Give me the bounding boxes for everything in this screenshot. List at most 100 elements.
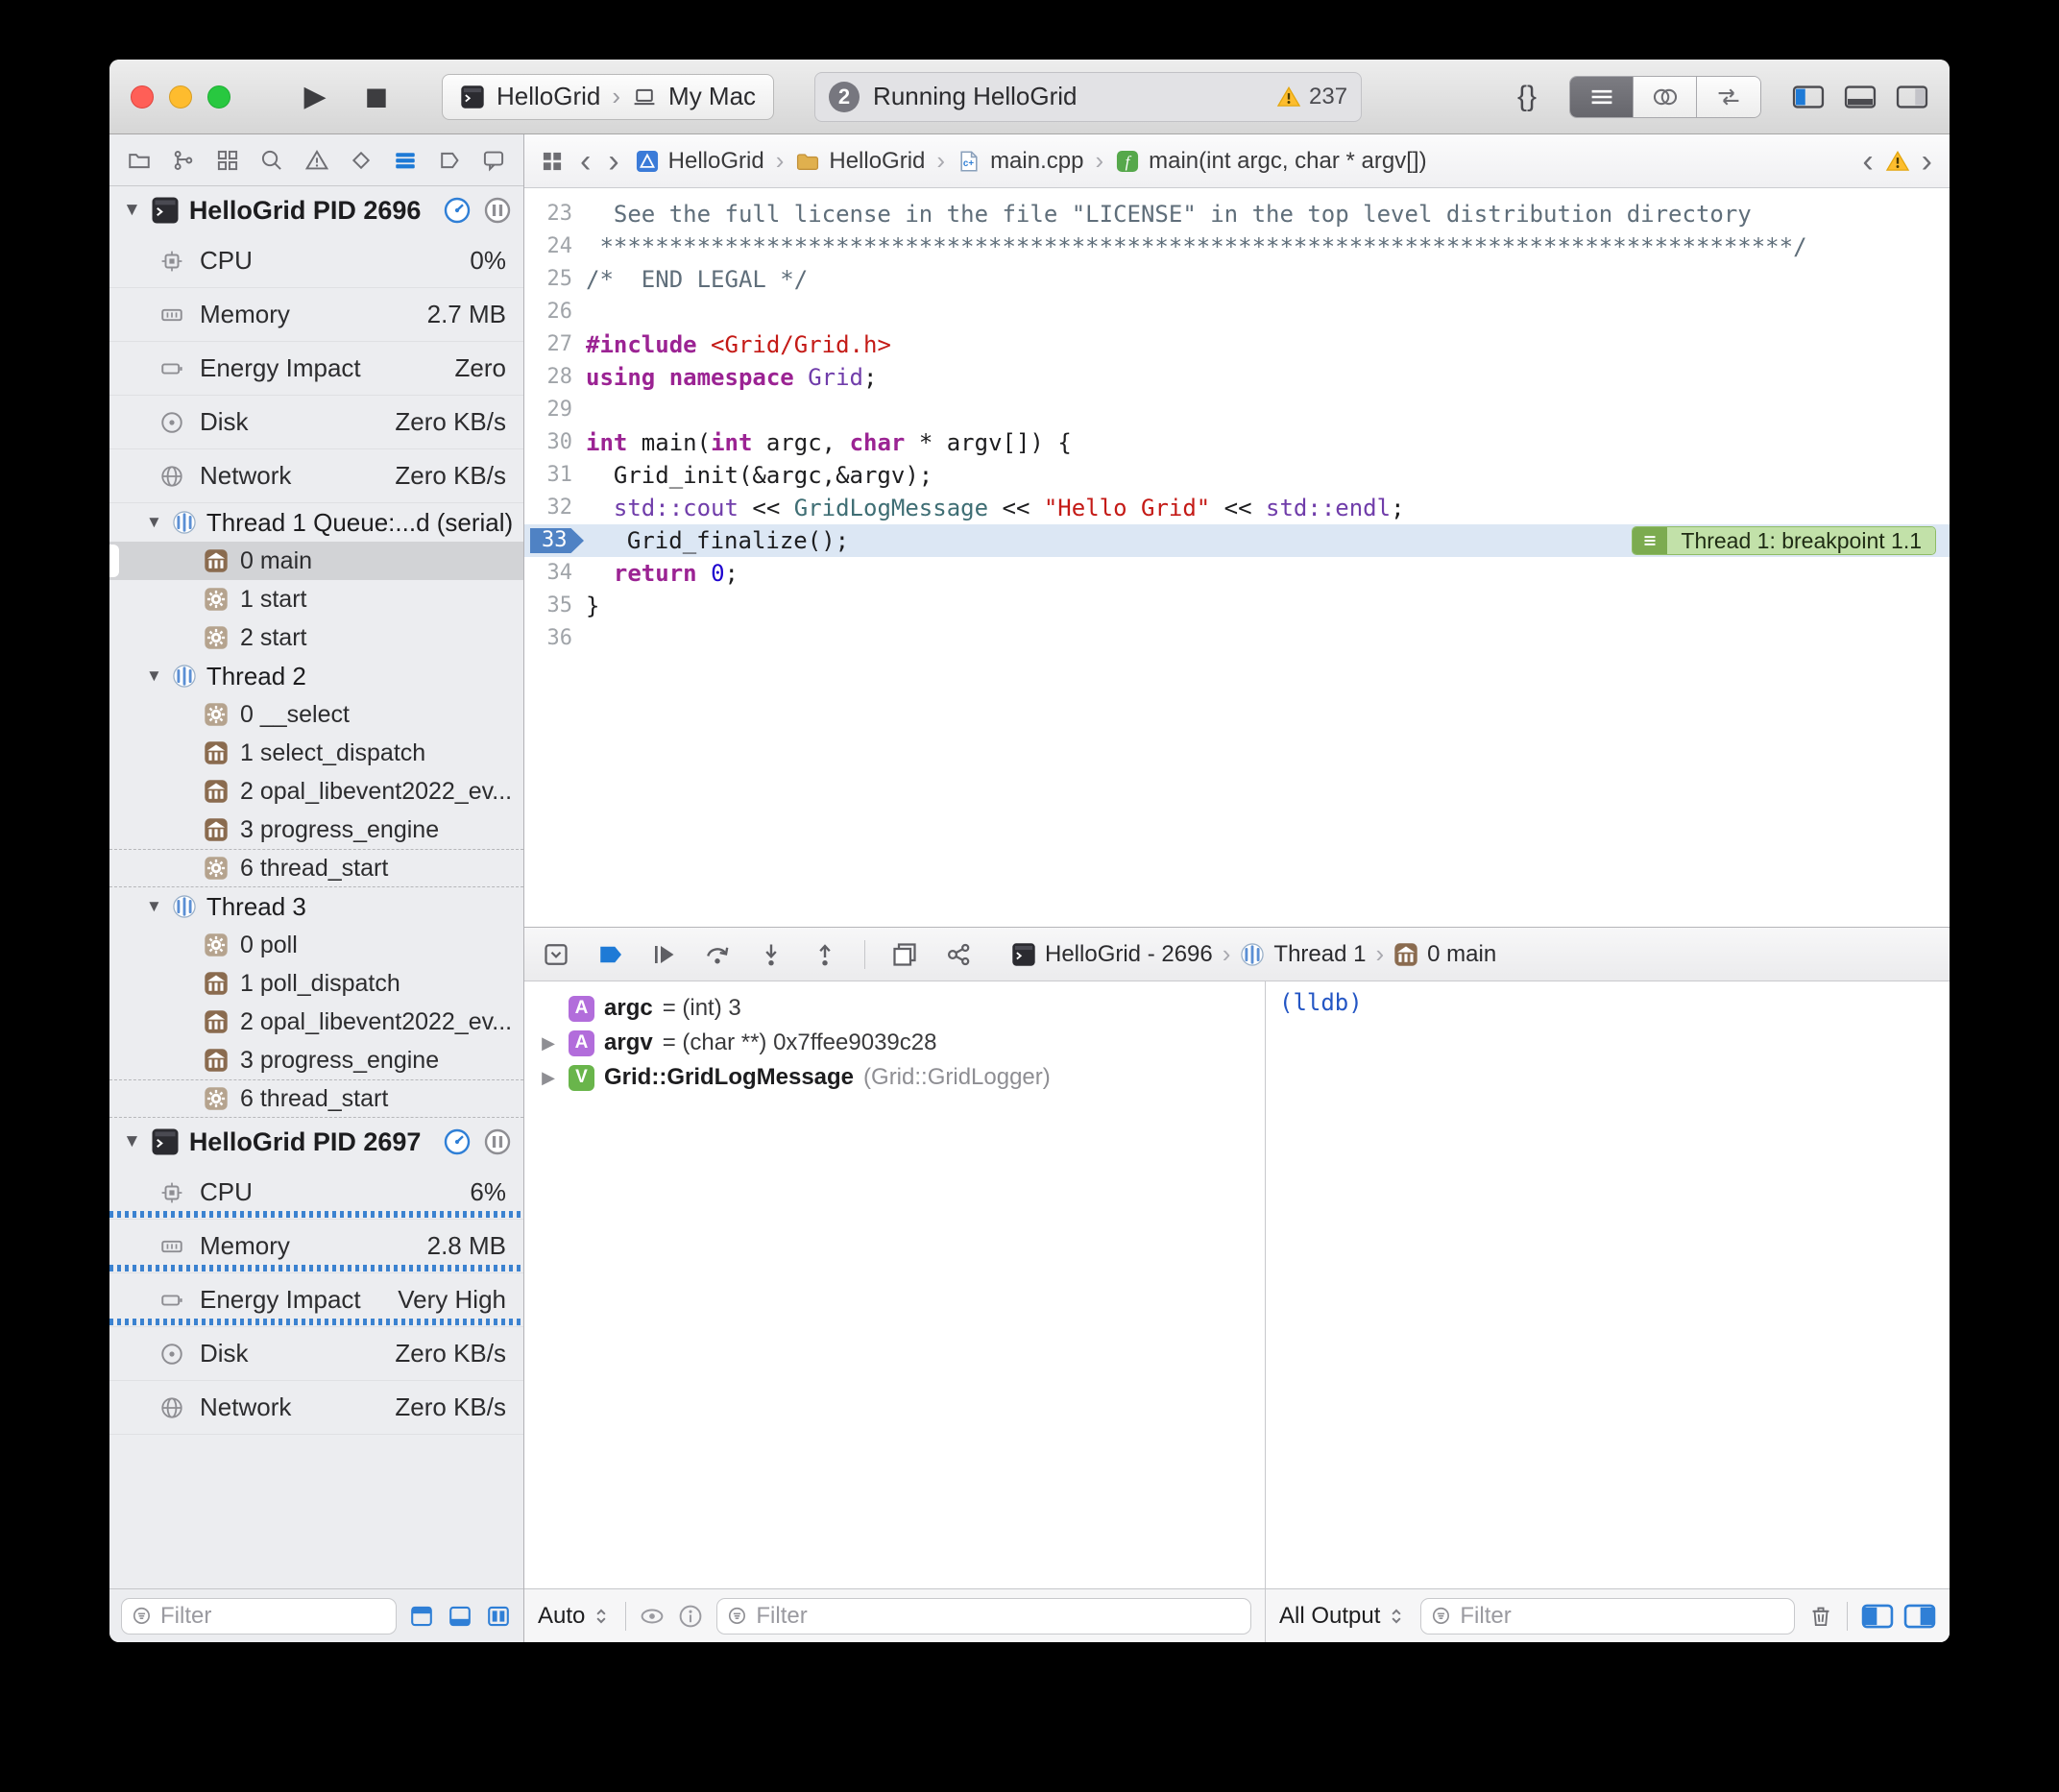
console-output-popup[interactable]: All Output <box>1279 1603 1407 1630</box>
jumpbar-item-0[interactable]: HelloGrid <box>635 148 764 175</box>
disclosure-triangle[interactable]: ▼ <box>123 200 141 221</box>
process-row[interactable]: ▼HelloGrid PID 2696 <box>109 186 523 234</box>
line-number[interactable]: 28 <box>524 361 586 394</box>
debug-breadcrumb-item-1[interactable]: Thread 1 <box>1240 941 1366 968</box>
thread-row[interactable]: ▼Thread 3 <box>109 887 523 926</box>
variables-scope-popup[interactable]: Auto <box>538 1603 612 1630</box>
profile-gauge-button[interactable] <box>443 196 472 225</box>
code-text[interactable]: return 0; <box>586 557 1950 590</box>
console-view[interactable]: (lldb) <box>1266 981 1950 1588</box>
code-snippets-button[interactable]: {} <box>1508 81 1546 113</box>
code-line[interactable]: 30int main(int argc, char * argv[]) { <box>524 426 1950 459</box>
breakpoint-annotation[interactable]: Thread 1: breakpoint 1.1 <box>1632 526 1936 555</box>
view-mode-option-3-icon[interactable] <box>485 1603 512 1630</box>
warning-count-badge[interactable]: 237 <box>1276 84 1347 110</box>
debug-view-hierarchy-button[interactable] <box>890 940 919 969</box>
line-number[interactable]: 34 <box>524 557 586 590</box>
code-text[interactable] <box>586 622 1950 655</box>
thread-row[interactable]: ▼Thread 2 <box>109 657 523 695</box>
stack-frame-row[interactable]: 0 poll <box>109 926 523 964</box>
view-mode-option-1-icon[interactable] <box>408 1603 435 1630</box>
gauge-row[interactable]: Memory2.8 MB <box>109 1220 523 1273</box>
line-number[interactable]: 32 <box>524 492 586 524</box>
stack-frame-row[interactable]: 1 start <box>109 580 523 618</box>
code-line[interactable]: 33 Grid_finalize();Thread 1: breakpoint … <box>524 524 1950 557</box>
stack-frame-row[interactable]: 3 progress_engine <box>109 1041 523 1079</box>
toggle-variables-view-button[interactable] <box>1861 1604 1894 1629</box>
view-mode-option-2-icon[interactable] <box>447 1603 473 1630</box>
tab-reports[interactable] <box>481 148 506 173</box>
console-filter-field[interactable] <box>1420 1598 1795 1635</box>
toggle-console-view-button[interactable] <box>1903 1604 1936 1629</box>
gauge-row[interactable]: NetworkZero KB/s <box>109 449 523 503</box>
code-line[interactable]: 29 <box>524 394 1950 426</box>
code-text[interactable] <box>586 296 1950 328</box>
gauge-row[interactable]: Energy ImpactVery High <box>109 1273 523 1327</box>
jumpbar-item-2[interactable]: c+main.cpp <box>957 148 1083 175</box>
stop-button[interactable]: ◼ <box>346 80 407 113</box>
code-text[interactable]: #include <Grid/Grid.h> <box>586 328 1950 361</box>
jumpbar-item-3[interactable]: fmain(int argc, char * argv[]) <box>1115 148 1426 175</box>
disclosure-triangle[interactable]: ▶ <box>538 1033 559 1053</box>
gauge-row[interactable]: DiskZero KB/s <box>109 396 523 449</box>
code-line[interactable]: 24 *************************************… <box>524 230 1950 263</box>
code-text[interactable]: See the full license in the file "LICENS… <box>586 198 1950 230</box>
code-text[interactable] <box>586 394 1950 426</box>
close-button[interactable] <box>131 85 154 109</box>
code-line[interactable]: 31 Grid_init(&argc,&argv); <box>524 459 1950 492</box>
line-number[interactable]: 30 <box>524 426 586 459</box>
step-out-button[interactable] <box>811 940 839 969</box>
disclosure-triangle[interactable]: ▼ <box>146 666 162 686</box>
stack-frame-row[interactable]: 0 __select <box>109 695 523 734</box>
toggle-navigator-button[interactable] <box>1792 85 1825 109</box>
tab-tests[interactable] <box>349 148 374 173</box>
gauge-row[interactable]: CPU0% <box>109 234 523 288</box>
gauge-row[interactable]: NetworkZero KB/s <box>109 1381 523 1435</box>
stack-frame-row[interactable]: 0 main <box>109 542 523 580</box>
code-line[interactable]: 34 return 0; <box>524 557 1950 590</box>
continue-button[interactable] <box>649 940 678 969</box>
line-number[interactable]: 35 <box>524 590 586 622</box>
debug-breadcrumb-item-2[interactable]: 0 main <box>1393 941 1496 968</box>
stack-frame-row[interactable]: 2 opal_libevent2022_ev... <box>109 772 523 811</box>
tab-debug-navigator-selected[interactable] <box>393 148 418 173</box>
line-number[interactable]: 23 <box>524 198 586 230</box>
line-number[interactable]: 26 <box>524 296 586 328</box>
console-filter-input[interactable] <box>1460 1603 1784 1630</box>
related-items-icon[interactable] <box>540 149 565 174</box>
stack-frame-row[interactable]: 1 poll_dispatch <box>109 964 523 1003</box>
code-line[interactable]: 25/* END LEGAL */ <box>524 263 1950 296</box>
hide-debug-area-button[interactable] <box>542 940 570 969</box>
disclosure-triangle[interactable]: ▼ <box>146 897 162 916</box>
variable-row[interactable]: ▶Aargv= (char **) 0x7ffee9039c28 <box>524 1026 1265 1060</box>
thread-row[interactable]: ▼Thread 1 Queue:...d (serial) <box>109 503 523 542</box>
stack-frame-row[interactable]: 6 thread_start <box>109 849 523 887</box>
tab-search[interactable] <box>259 148 284 173</box>
version-editor-button[interactable] <box>1697 77 1760 117</box>
code-text[interactable]: Grid_init(&argc,&argv); <box>586 459 1950 492</box>
trash-icon[interactable] <box>1808 1604 1833 1629</box>
code-text[interactable]: std::cout << GridLogMessage << "Hello Gr… <box>586 492 1950 524</box>
code-line[interactable]: 32 std::cout << GridLogMessage << "Hello… <box>524 492 1950 524</box>
stack-frame-row[interactable]: 2 start <box>109 618 523 657</box>
stack-frame-row[interactable]: 3 progress_engine <box>109 811 523 849</box>
line-number[interactable]: 29 <box>524 394 586 426</box>
quicklook-eye-icon[interactable] <box>640 1604 665 1629</box>
back-button[interactable]: ‹ <box>578 145 593 178</box>
toggle-utilities-button[interactable] <box>1896 85 1928 109</box>
assistant-editor-button[interactable] <box>1634 77 1697 117</box>
toggle-debug-area-button[interactable] <box>1844 85 1877 109</box>
variables-filter-input[interactable] <box>756 1603 1241 1630</box>
next-issue-button[interactable]: › <box>1920 145 1934 178</box>
disclosure-triangle[interactable]: ▼ <box>146 513 162 532</box>
code-text[interactable]: /* END LEGAL */ <box>586 263 1950 296</box>
code-line[interactable]: 23 See the full license in the file "LIC… <box>524 198 1950 230</box>
tab-issues[interactable] <box>304 148 329 173</box>
pause-columns-button[interactable] <box>483 196 512 225</box>
disclosure-triangle[interactable]: ▶ <box>538 1068 559 1088</box>
standard-editor-button[interactable] <box>1570 77 1634 117</box>
navigator-filter-input[interactable] <box>160 1603 386 1630</box>
stack-frame-row[interactable]: 2 opal_libevent2022_ev... <box>109 1003 523 1041</box>
step-into-button[interactable] <box>757 940 786 969</box>
code-text[interactable]: using namespace Grid; <box>586 361 1950 394</box>
